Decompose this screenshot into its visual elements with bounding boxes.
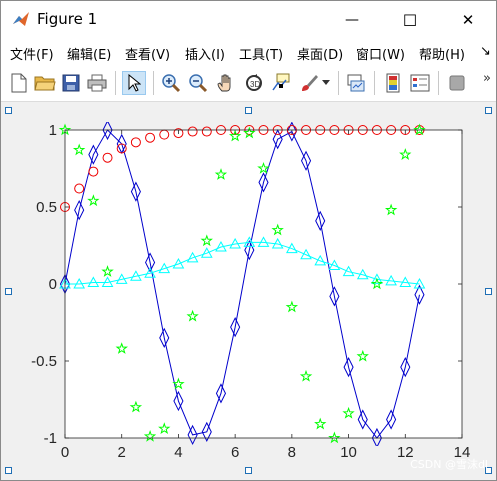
close-button[interactable]: ✕ [439, 1, 497, 39]
property-editor-icon[interactable] [445, 71, 469, 95]
pan-hand-icon[interactable] [214, 71, 238, 95]
menu-window[interactable]: 窗口(W) [356, 44, 405, 63]
selection-handle[interactable] [245, 107, 252, 114]
y-tick-label: 1 [49, 122, 57, 139]
zoom-out-icon[interactable] [186, 71, 210, 95]
save-icon[interactable] [59, 71, 83, 95]
menu-insert[interactable]: 插入(I) [185, 44, 225, 63]
close-icon: ✕ [461, 11, 475, 29]
svg-text:3D: 3D [250, 80, 260, 89]
toolbar-separator [338, 71, 339, 95]
menu-view[interactable]: 查看(V) [125, 44, 170, 63]
selection-handle[interactable] [5, 467, 12, 474]
selection-handle[interactable] [485, 288, 492, 295]
figure-canvas[interactable]: 0 2 4 6 8 10 12 14 -1 -0.5 0 0.5 1 CSDN @雪沫dl [1, 102, 496, 480]
x-tick-label: 2 [118, 444, 126, 461]
x-tick-label: 4 [174, 444, 182, 461]
rotate-3d-icon[interactable]: 3D [242, 71, 266, 95]
y-tick-label: -0.5 [31, 353, 57, 370]
toolbar: 3D » [1, 65, 496, 102]
print-icon[interactable] [85, 71, 109, 95]
plot-area [65, 130, 462, 438]
y-tick-label: -1 [44, 430, 57, 447]
select-pointer-icon[interactable] [122, 71, 146, 95]
link-plot-icon[interactable] [344, 71, 368, 95]
matlab-logo-icon [13, 12, 29, 26]
minimize-button[interactable]: — [323, 1, 381, 39]
brush-dropdown-icon[interactable] [319, 71, 333, 95]
menu-help[interactable]: 帮助(H) [419, 44, 465, 63]
new-figure-icon[interactable] [7, 71, 31, 95]
selection-handle[interactable] [245, 467, 252, 474]
maximize-icon: ☐ [402, 10, 418, 30]
x-tick-label: 10 [340, 444, 357, 461]
menu-file[interactable]: 文件(F) [10, 44, 54, 63]
selection-handle[interactable] [5, 107, 12, 114]
toolbar-separator [374, 71, 375, 95]
menu-overflow-icon[interactable]: ↘ [480, 44, 491, 59]
toolbar-separator [115, 71, 116, 95]
menu-bar: 文件(F) 编辑(E) 查看(V) 插入(I) 工具(T) 桌面(D) 窗口(W… [1, 39, 496, 65]
x-tick-label: 6 [231, 444, 239, 461]
y-tick-label: 0.5 [36, 199, 57, 216]
figure-window: Figure 1 — ☐ ✕ 文件(F) 编辑(E) 查看(V) 插入(I) 工… [0, 0, 497, 481]
window-title: Figure 1 [37, 10, 98, 28]
toolbar-separator [153, 71, 154, 95]
data-cursor-icon[interactable] [269, 71, 293, 95]
menu-edit[interactable]: 编辑(E) [67, 44, 111, 63]
selection-handle[interactable] [5, 288, 12, 295]
maximize-button[interactable]: ☐ [381, 1, 439, 39]
zoom-in-icon[interactable] [159, 71, 183, 95]
x-tick-label: 0 [61, 444, 69, 461]
minimize-icon: — [345, 12, 359, 28]
menu-tools[interactable]: 工具(T) [239, 44, 283, 63]
toolbar-overflow-icon[interactable]: » [483, 71, 491, 86]
open-file-icon[interactable] [33, 71, 57, 95]
brush-icon[interactable] [297, 71, 321, 95]
legend-icon[interactable] [408, 71, 432, 95]
y-tick-label: 0 [49, 276, 57, 293]
chart[interactable]: 0 2 4 6 8 10 12 14-1-0.500.51 [1, 102, 496, 480]
colorbar-icon[interactable] [381, 71, 405, 95]
menu-desktop[interactable]: 桌面(D) [297, 44, 343, 63]
watermark: CSDN @雪沫dl [410, 458, 488, 471]
x-tick-label: 8 [288, 444, 296, 461]
selection-handle[interactable] [485, 107, 492, 114]
toolbar-separator [438, 71, 439, 95]
title-bar[interactable]: Figure 1 — ☐ ✕ [1, 1, 496, 39]
